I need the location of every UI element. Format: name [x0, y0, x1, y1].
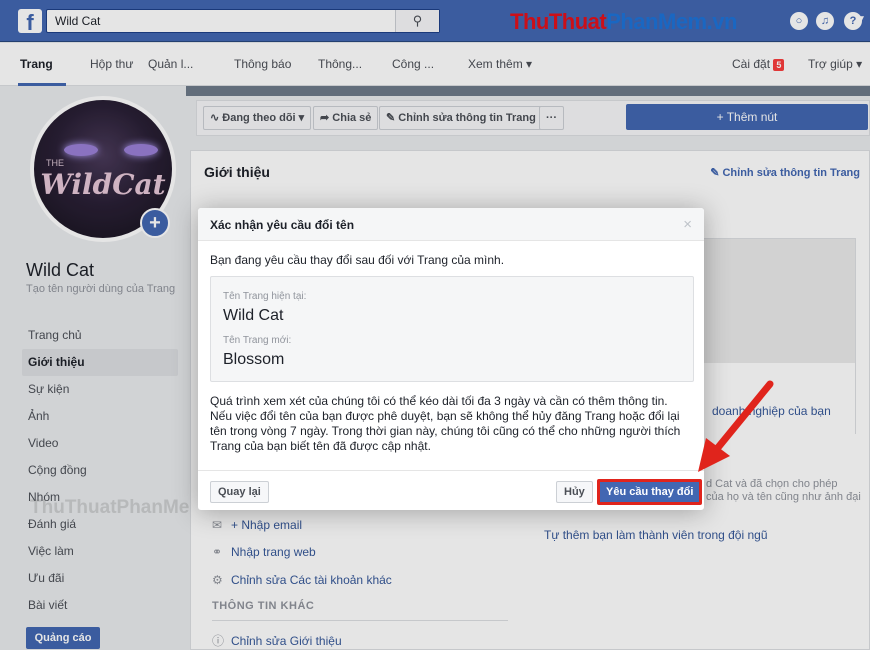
current-name-label: Tên Trang hiện tại: [223, 291, 307, 302]
request-change-button[interactable]: Yêu cầu thay đổi [597, 479, 703, 505]
dialog-header: Xác nhận yêu cầu đổi tên × [198, 208, 704, 241]
rename-confirm-dialog: Xác nhận yêu cầu đổi tên × Bạn đang yêu … [198, 208, 704, 510]
new-name-value: Blossom [223, 351, 285, 368]
name-change-summary: Tên Trang hiện tại: Wild Cat Tên Trang m… [210, 276, 694, 382]
back-button[interactable]: Quay lại [210, 481, 269, 503]
dialog-title: Xác nhận yêu cầu đổi tên [210, 218, 355, 232]
annotation-arrow-icon [698, 380, 774, 472]
dialog-intro-text: Bạn đang yêu cầu thay đổi sau đối với Tr… [210, 253, 505, 267]
dialog-footer: Quay lại Hủy Yêu cầu thay đổi [198, 470, 704, 510]
current-name-value: Wild Cat [223, 307, 284, 324]
cancel-button[interactable]: Hủy [556, 481, 593, 503]
new-name-label: Tên Trang mới: [223, 335, 292, 346]
dialog-body-text: Quá trình xem xét của chúng tôi có thể k… [210, 394, 681, 453]
close-icon[interactable]: × [683, 216, 692, 233]
